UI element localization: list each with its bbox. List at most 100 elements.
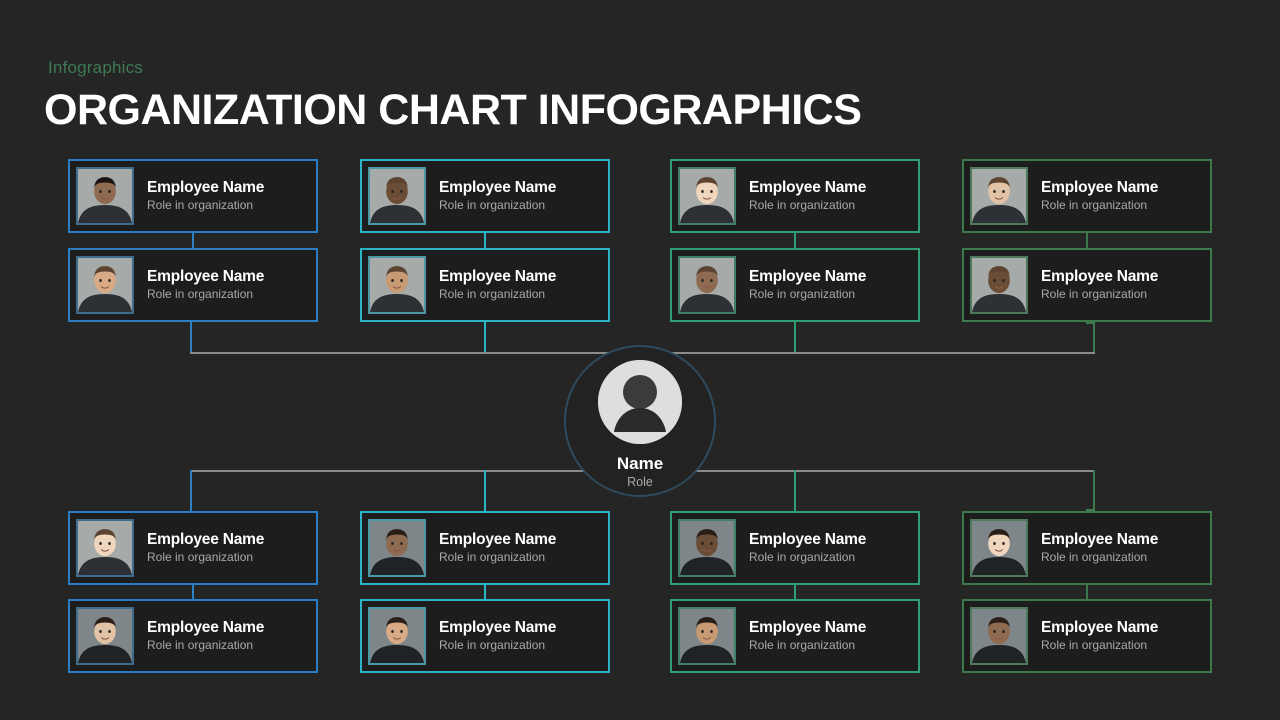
employee-meta: Employee Name Role in organization [1041, 179, 1158, 213]
employee-photo [970, 607, 1028, 665]
employee-card[interactable]: Employee Name Role in organization [68, 248, 318, 322]
employee-role: Role in organization [147, 550, 254, 564]
pair-connector [794, 585, 796, 599]
bottom-drop-connector [484, 470, 486, 511]
bottom-drop-connector [794, 470, 796, 511]
employee-meta: Employee Name Role in organization [147, 531, 264, 565]
employee-role: Role in organization [439, 550, 546, 564]
top-elbow-connector [190, 322, 192, 324]
employee-card[interactable]: Employee Name Role in organization [962, 511, 1212, 585]
employee-card[interactable]: Employee Name Role in organization [962, 248, 1212, 322]
employee-name: Employee Name [749, 179, 867, 197]
employee-photo [678, 167, 736, 225]
employee-name: Employee Name [147, 179, 265, 197]
employee-role: Role in organization [1041, 550, 1148, 564]
employee-meta: Employee Name Role in organization [1041, 268, 1158, 302]
employee-meta: Employee Name Role in organization [439, 619, 556, 653]
employee-card[interactable]: Employee Name Role in organization [670, 511, 920, 585]
employee-photo [970, 519, 1028, 577]
employee-name: Employee Name [749, 619, 867, 637]
employee-meta: Employee Name Role in organization [749, 179, 866, 213]
employee-role: Role in organization [147, 638, 254, 652]
top-elbow-connector [1086, 322, 1093, 324]
employee-name: Employee Name [147, 531, 265, 549]
employee-meta: Employee Name Role in organization [439, 268, 556, 302]
pair-connector [794, 233, 796, 248]
employee-meta: Employee Name Role in organization [439, 179, 556, 213]
employee-role: Role in organization [1041, 198, 1148, 212]
employee-name: Employee Name [749, 268, 867, 286]
employee-name: Employee Name [439, 531, 557, 549]
employee-photo [970, 256, 1028, 314]
employee-role: Role in organization [1041, 287, 1148, 301]
employee-photo [76, 167, 134, 225]
employee-role: Role in organization [749, 198, 856, 212]
employee-card[interactable]: Employee Name Role in organization [962, 599, 1212, 673]
employee-meta: Employee Name Role in organization [1041, 619, 1158, 653]
employee-role: Role in organization [439, 198, 546, 212]
employee-photo [678, 256, 736, 314]
employee-name: Employee Name [1041, 268, 1159, 286]
employee-photo [76, 607, 134, 665]
avatar-svg [598, 360, 682, 444]
employee-card[interactable]: Employee Name Role in organization [670, 599, 920, 673]
employee-name: Employee Name [1041, 531, 1159, 549]
employee-card[interactable]: Employee Name Role in organization [360, 511, 610, 585]
employee-card[interactable]: Employee Name Role in organization [68, 511, 318, 585]
employee-meta: Employee Name Role in organization [147, 268, 264, 302]
employee-meta: Employee Name Role in organization [1041, 531, 1158, 565]
employee-role: Role in organization [1041, 638, 1148, 652]
pair-connector [484, 585, 486, 599]
pair-connector [1086, 585, 1088, 599]
employee-card[interactable]: Employee Name Role in organization [670, 248, 920, 322]
employee-meta: Employee Name Role in organization [439, 531, 556, 565]
employee-name: Employee Name [147, 619, 265, 637]
top-drop-connector [794, 322, 796, 352]
bottom-drop-connector [1093, 470, 1095, 511]
employee-card[interactable]: Employee Name Role in organization [962, 159, 1212, 233]
employee-card[interactable]: Employee Name Role in organization [360, 599, 610, 673]
employee-meta: Employee Name Role in organization [147, 179, 264, 213]
employee-photo [970, 167, 1028, 225]
center-node[interactable]: Name Role [564, 345, 716, 497]
employee-meta: Employee Name Role in organization [749, 619, 866, 653]
pair-connector [484, 233, 486, 248]
top-drop-connector [1093, 322, 1095, 352]
employee-role: Role in organization [749, 550, 856, 564]
pair-connector [192, 233, 194, 248]
employee-name: Employee Name [749, 531, 867, 549]
employee-photo [76, 256, 134, 314]
employee-photo [678, 519, 736, 577]
employee-name: Employee Name [439, 179, 557, 197]
employee-name: Employee Name [439, 619, 557, 637]
employee-photo [368, 519, 426, 577]
employee-photo [368, 167, 426, 225]
bottom-drop-connector [190, 470, 192, 511]
employee-name: Employee Name [147, 268, 265, 286]
pair-connector [1086, 233, 1088, 248]
employee-role: Role in organization [147, 198, 254, 212]
center-node-name: Name [616, 454, 664, 473]
top-drop-connector [484, 322, 486, 352]
employee-card[interactable]: Employee Name Role in organization [68, 599, 318, 673]
employee-meta: Employee Name Role in organization [749, 531, 866, 565]
employee-card[interactable]: Employee Name Role in organization [360, 248, 610, 322]
employee-name: Employee Name [1041, 179, 1159, 197]
employee-meta: Employee Name Role in organization [749, 268, 866, 302]
employee-photo [678, 607, 736, 665]
employee-card[interactable]: Employee Name Role in organization [670, 159, 920, 233]
person-avatar-icon [598, 360, 682, 444]
employee-photo [368, 607, 426, 665]
pair-connector [192, 585, 194, 599]
employee-photo [76, 519, 134, 577]
employee-role: Role in organization [439, 638, 546, 652]
employee-name: Employee Name [1041, 619, 1159, 637]
employee-card[interactable]: Employee Name Role in organization [68, 159, 318, 233]
employee-photo [368, 256, 426, 314]
employee-role: Role in organization [147, 287, 254, 301]
employee-card[interactable]: Employee Name Role in organization [360, 159, 610, 233]
top-drop-connector [190, 322, 192, 352]
center-node-role: Role [627, 475, 653, 489]
employee-role: Role in organization [749, 287, 856, 301]
employee-meta: Employee Name Role in organization [147, 619, 264, 653]
